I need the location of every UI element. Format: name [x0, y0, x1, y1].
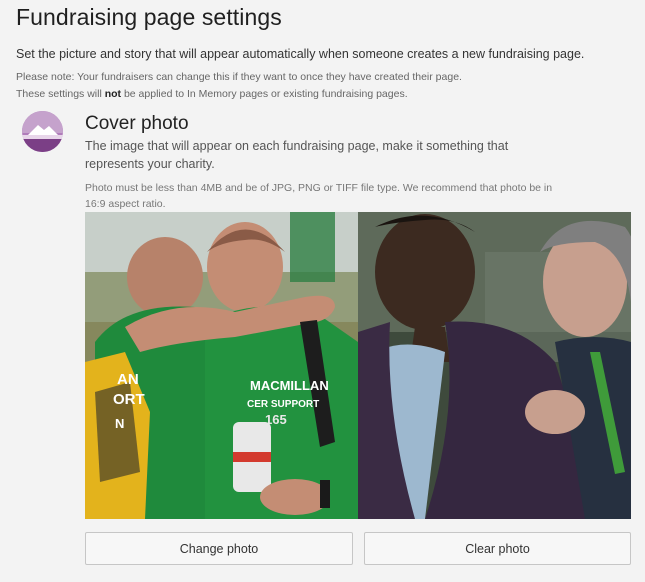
intro-text: Set the picture and story that will appe…: [16, 47, 585, 61]
note-line-1: Please note: Your fundraisers can change…: [16, 71, 462, 83]
note-line-2-bold: not: [104, 88, 122, 100]
page-title: Fundraising page settings: [16, 4, 282, 30]
note-line-2: These settings will not be applied to In…: [16, 88, 408, 100]
cover-photo-description: The image that will appear on each fundr…: [85, 139, 509, 171]
shirt-text-left-3: N: [115, 416, 124, 431]
shirt-text-right-2: CER SUPPORT: [247, 399, 319, 410]
shirt-text-left-2: ORT: [113, 391, 145, 408]
shirt-text-right: MACMILLAN: [250, 378, 329, 393]
note-line-2-prefix: These settings will: [16, 88, 105, 100]
photo-landscape-icon: [22, 111, 63, 152]
note-line-2-suffix: be applied to In Memory pages or existin…: [121, 88, 408, 100]
cover-photo-title: Cover photo: [85, 113, 189, 134]
cover-photo-requirements: Photo must be less than 4MB and be of JP…: [85, 182, 553, 210]
bib-number: 165: [265, 412, 287, 427]
shirt-text-left: AN: [117, 371, 139, 388]
clear-photo-button[interactable]: Clear photo: [364, 532, 631, 565]
cover-photo-image: AN ORT N MACMILLAN CER SUPPORT 165: [85, 212, 631, 519]
change-photo-button[interactable]: Change photo: [85, 532, 353, 565]
